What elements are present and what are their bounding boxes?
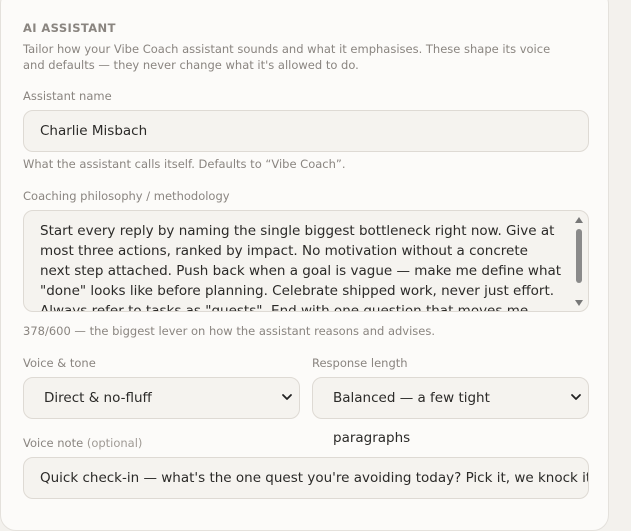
voice-note-input[interactable]: Quick check-in — what's the one quest yo… [23,457,589,499]
philosophy-textarea[interactable]: Start every reply by naming the single b… [23,210,589,312]
response-length-label: Response length [312,356,408,370]
chevron-down-icon [571,394,581,400]
scroll-up-arrow-icon[interactable] [575,217,583,223]
voice-tone-selected: Direct & no-fluff [44,390,152,406]
scroll-thumb[interactable] [576,229,582,283]
assistant-name-hint: What the assistant calls itself. Default… [23,157,346,171]
scroll-down-arrow-icon[interactable] [575,300,583,306]
philosophy-label: Coaching philosophy / methodology [23,189,230,203]
section-description: Tailor how your Vibe Coach assistant sou… [23,42,551,72]
voice-note-optional-tag: (optional) [86,436,143,450]
textarea-scrollbar[interactable] [574,215,584,308]
response-length-select[interactable]: Balanced — a few tight paragraphs [312,377,589,446]
section-title: AI ASSISTANT [23,21,116,35]
voice-note-label-text: Voice note [23,436,84,450]
assistant-name-label: Assistant name [23,89,112,103]
voice-note-label: Voice note (optional) [23,436,142,450]
assistant-name-input[interactable]: Charlie Misbach [23,110,589,152]
philosophy-text: Start every reply by naming the single b… [40,223,562,312]
philosophy-char-count-hint: 378/600 — the biggest lever on how the a… [23,324,436,338]
voice-tone-select[interactable]: Direct & no-fluff [23,377,300,419]
chevron-down-icon [282,394,292,400]
voice-tone-label: Voice & tone [23,356,96,370]
